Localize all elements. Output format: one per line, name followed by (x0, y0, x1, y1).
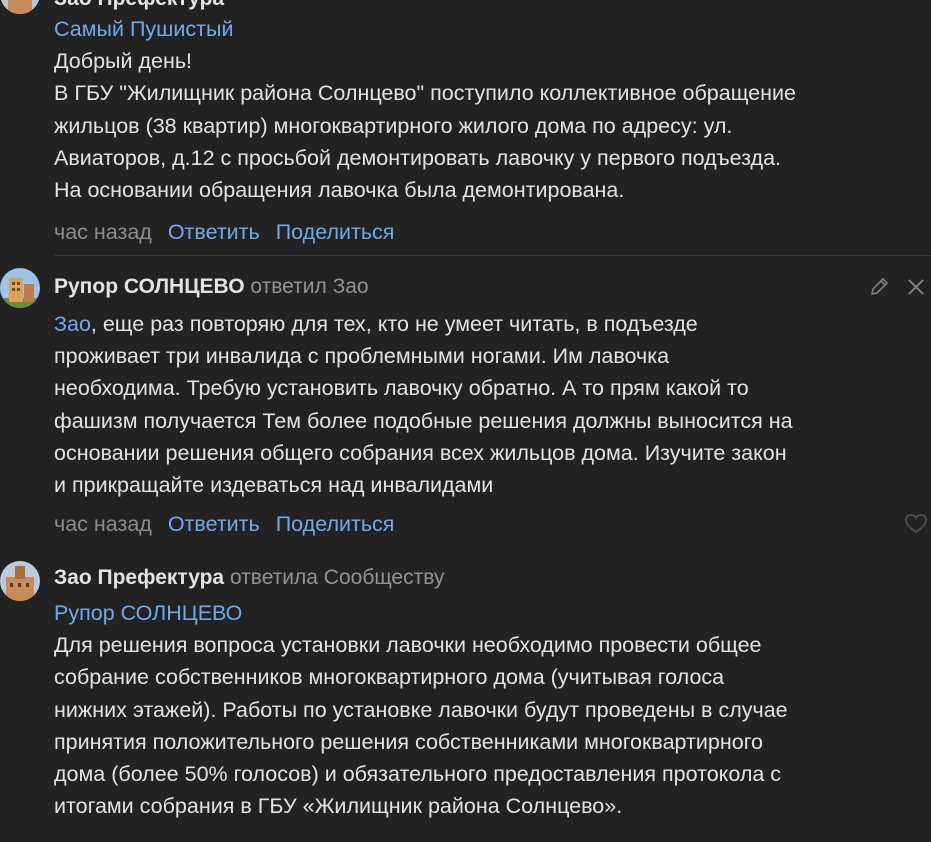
divider (54, 255, 931, 256)
comment-text-line: итогами собрания в ГБУ «Жилищник района … (54, 794, 623, 819)
comment-text-line: Для решения вопроса установки лавочки не… (54, 633, 762, 658)
comment-text: Зао, еще раз повторяю для тех, кто не ум… (54, 308, 924, 501)
heart-icon[interactable] (904, 513, 927, 535)
reply-button[interactable]: Ответить (168, 220, 260, 244)
comment-text-line: нижних этажей). Работы по установке лаво… (54, 697, 788, 722)
comment-author-line: Рупор СОЛНЦЕВО ответил Зао (54, 274, 369, 300)
comment-author[interactable]: Зао Префектура (54, 0, 224, 10)
comment-author-line: Зао Префектура (54, 0, 224, 12)
comment-text-line: В ГБУ "Жилищник района Солнцево" поступи… (54, 81, 796, 106)
pencil-icon[interactable] (868, 276, 890, 298)
comment-text-line: Авиаторов, д.12 с просьбой демонтировать… (54, 145, 782, 170)
share-button[interactable]: Поделиться (276, 512, 395, 536)
comment-text-line: и прикращайте издеваться над инвалидами (54, 473, 494, 498)
close-icon[interactable] (905, 276, 927, 298)
comment-text-line: Зао, еще раз повторяю для тех, кто не ум… (54, 308, 924, 340)
reply-to-link[interactable]: Рупор СОЛНЦЕВО (54, 597, 924, 629)
comment-text-line: фашизм получается Тем более подобные реш… (54, 408, 793, 433)
avatar[interactable] (0, 561, 40, 601)
comment-author[interactable]: Зао Префектура (54, 566, 224, 589)
comment-text-line: основании решения общего собрания всех ж… (54, 440, 787, 465)
comment-text-line: дома (более 50% голосов) и обязательного… (54, 762, 782, 787)
comment-text-line: жильцов (38 квартир) многоквартирного жи… (54, 113, 733, 138)
comment-time[interactable]: час назад (54, 220, 152, 244)
share-button[interactable]: Поделиться (276, 220, 395, 244)
comment-author[interactable]: Рупор СОЛНЦЕВО (54, 275, 245, 298)
comment-text-line: На основании обращения лавочка была демо… (54, 178, 625, 203)
reply-info[interactable]: ответил Зао (250, 275, 368, 298)
comment-text: Самый Пушистый Добрый день! В ГБУ "Жилищ… (54, 13, 924, 206)
comment-text-line: принятия положительного решения собствен… (54, 729, 764, 754)
comment-text-line: Добрый день! (54, 49, 193, 74)
reply-to-link[interactable]: Самый Пушистый (54, 13, 924, 45)
comment-author-line: Зао Префектура ответила Сообществу (54, 565, 444, 591)
comment-text-line: проживает три инвалида с проблемными ног… (54, 344, 670, 369)
comment-text: Рупор СОЛНЦЕВО Для решения вопроса устан… (54, 597, 924, 822)
reply-info[interactable]: ответила Сообществу (230, 566, 444, 589)
avatar[interactable] (0, 268, 40, 308)
comment-text-fragment: , еще раз повторяю для тех, кто не умеет… (90, 312, 698, 336)
mention-link[interactable]: Зао (54, 312, 91, 336)
avatar[interactable] (0, 0, 40, 14)
comment-meta: час назад Ответить Поделиться (54, 511, 394, 537)
reply-button[interactable]: Ответить (168, 512, 260, 536)
comment-text-line: собрание собственников многоквартирного … (54, 665, 725, 690)
comment-text-line: необходима. Требую установить лавочку об… (54, 376, 749, 401)
comment-meta: час назад Ответить Поделиться (54, 219, 394, 245)
comment-time[interactable]: час назад (54, 512, 152, 536)
